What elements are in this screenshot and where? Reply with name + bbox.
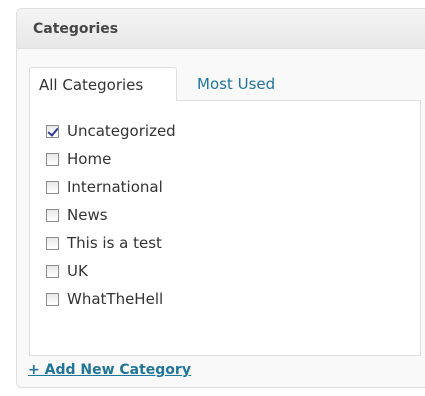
category-label: Uncategorized	[67, 122, 176, 140]
category-item-news[interactable]: News	[46, 201, 176, 229]
tab-most-used[interactable]: Most Used	[197, 75, 275, 93]
category-checklist: Uncategorized Home International News Th…	[29, 100, 421, 356]
category-checkbox[interactable]	[46, 236, 59, 250]
category-item-whatthehell[interactable]: WhatTheHell	[46, 285, 176, 313]
categories-panel: Categories All Categories Most Used Unca…	[16, 8, 425, 388]
category-label: WhatTheHell	[67, 290, 164, 308]
category-checkbox[interactable]	[46, 124, 59, 138]
category-item-international[interactable]: International	[46, 173, 176, 201]
add-new-category-link[interactable]: + Add New Category	[28, 362, 191, 378]
panel-header[interactable]: Categories	[17, 9, 425, 49]
category-checkbox[interactable]	[46, 292, 59, 306]
panel-title: Categories	[33, 21, 119, 37]
category-checkbox[interactable]	[46, 264, 59, 278]
category-checkbox[interactable]	[46, 180, 59, 194]
category-label: News	[67, 206, 108, 224]
category-item-uk[interactable]: UK	[46, 257, 176, 285]
category-item-this-is-a-test[interactable]: This is a test	[46, 229, 176, 257]
category-list: Uncategorized Home International News Th…	[46, 117, 176, 313]
category-checkbox[interactable]	[46, 208, 59, 222]
category-label: This is a test	[67, 234, 162, 252]
category-item-home[interactable]: Home	[46, 145, 176, 173]
category-label: International	[67, 178, 163, 196]
category-label: UK	[67, 262, 88, 280]
tab-all-categories[interactable]: All Categories	[29, 67, 177, 101]
category-item-uncategorized[interactable]: Uncategorized	[46, 117, 176, 145]
category-label: Home	[67, 150, 112, 168]
category-checkbox[interactable]	[46, 152, 59, 166]
